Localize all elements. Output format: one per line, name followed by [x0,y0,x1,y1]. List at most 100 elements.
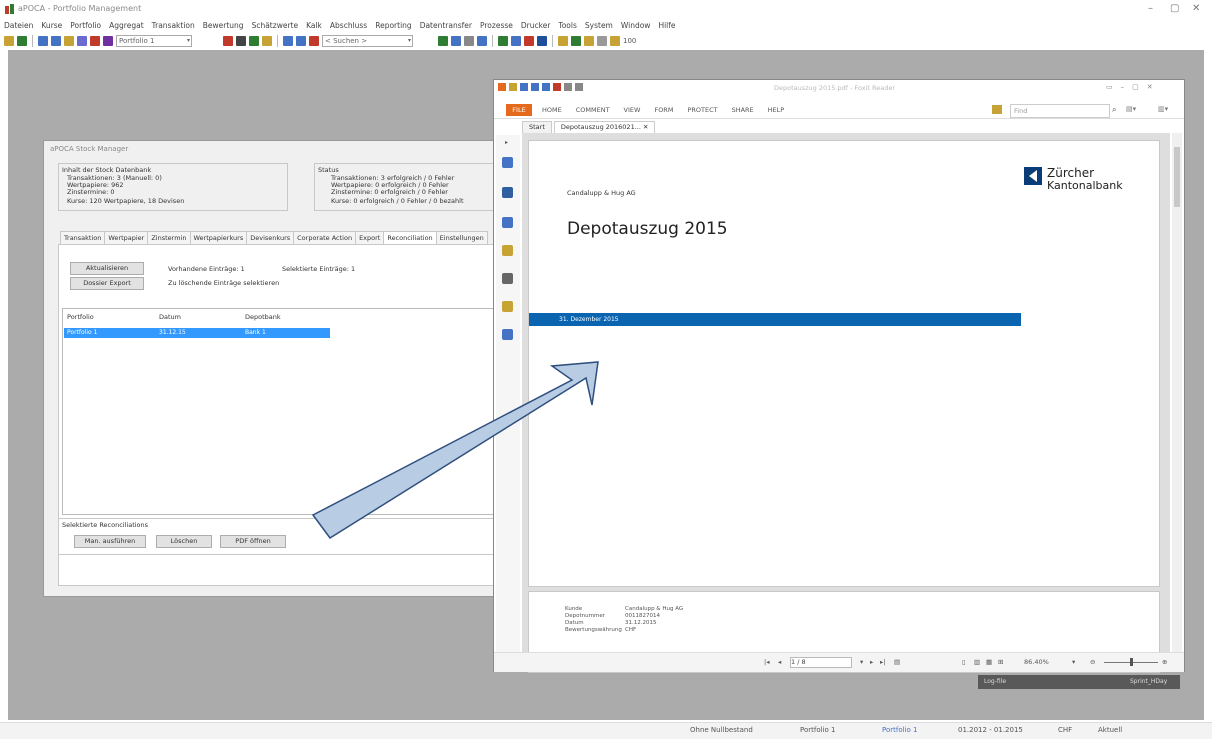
pane-expand-icon[interactable]: ▸ [505,139,508,146]
bookmark-icon[interactable] [502,157,513,168]
email-icon[interactable] [542,83,550,91]
close-button[interactable]: ✕ [1192,3,1200,14]
tab-corporate-action[interactable]: Corporate Action [293,231,357,244]
tab-transaktion[interactable]: Transaktion [60,231,106,244]
print-icon[interactable] [464,36,474,46]
log-panel-right[interactable]: Sprint_HDay [1130,678,1167,685]
portfolio-combo[interactable]: Portfolio 1 ▾ [116,35,192,47]
money-icon[interactable] [571,36,581,46]
calculator-icon[interactable] [558,36,568,46]
calendar-icon[interactable] [597,36,607,46]
folder-icon[interactable] [64,36,74,46]
scrollbar-thumb[interactable] [1174,147,1180,207]
menu-item-datentransfer[interactable]: Datentransfer [420,21,472,30]
table-row[interactable]: Portfolio 1 31.12.15 Bank 1 [64,328,330,338]
next-page-icon[interactable]: ▸ [870,658,873,666]
pages-icon[interactable] [502,187,513,198]
restore-icon[interactable]: ▭ [1106,83,1121,91]
zoom-level[interactable]: 86.40% [1024,658,1049,666]
save-icon[interactable] [520,83,528,91]
menu-item-window[interactable]: Window [621,21,651,30]
zoom-dropdown-icon[interactable]: ▾ [1072,658,1075,666]
delete-button[interactable]: Löschen [156,535,212,548]
menu-item-kurse[interactable]: Kurse [41,21,62,30]
help-icon[interactable] [610,36,620,46]
sheet-icon[interactable] [451,36,461,46]
signature-icon[interactable] [502,329,513,340]
lock-icon[interactable] [262,36,272,46]
hand-icon[interactable] [553,83,561,91]
status-currency[interactable]: CHF [1058,726,1072,734]
tab-reconciliation[interactable]: Reconciliation [383,231,437,244]
status-portfolio-link[interactable]: Portfolio 1 [882,726,917,734]
tab-wertpapier[interactable]: Wertpapier [104,231,149,244]
tab-view[interactable]: VIEW [624,106,641,114]
open-icon[interactable] [4,36,14,46]
minimize-button[interactable]: – [1148,3,1153,14]
tab-home[interactable]: HOME [542,106,562,114]
close-icon[interactable]: ✕ [643,123,648,131]
menu-item-bewertung[interactable]: Bewertung [203,21,244,30]
continuous-icon[interactable]: ▥ [974,658,980,666]
tab-zinstermin[interactable]: Zinstermin [147,231,191,244]
save-icon[interactable] [477,36,487,46]
attachment-icon[interactable] [502,273,513,284]
tab-form[interactable]: FORM [654,106,673,114]
facing-icon[interactable]: ▦ [986,658,992,666]
tab-export[interactable]: Export [355,231,385,244]
menu-item-prozesse[interactable]: Prozesse [480,21,513,30]
vertical-scrollbar[interactable] [1172,133,1182,663]
flag-icon[interactable] [309,36,319,46]
fit-icon[interactable]: ⊞ [998,658,1003,666]
binoculars-icon[interactable] [236,36,246,46]
menu-item-hilfe[interactable]: Hilfe [658,21,675,30]
bar-chart-icon[interactable] [498,36,508,46]
menu-item-kalk[interactable]: Kalk [306,21,322,30]
view-mode-icon[interactable]: ▤ [894,658,900,666]
col-datum[interactable]: Datum [159,313,181,321]
log-panel-left[interactable]: Log-file [984,678,1006,685]
refresh-button[interactable]: Aktualisieren [70,262,144,275]
menu-item-reporting[interactable]: Reporting [375,21,411,30]
security-lock-icon[interactable] [502,301,513,312]
tab-help[interactable]: HELP [768,106,785,114]
menu-item-schaetzwerte[interactable]: Schätzwerte [252,21,299,30]
search-icon[interactable]: ⌕ [1112,105,1116,115]
close-icon[interactable]: ✕ [1147,83,1161,91]
export-icon[interactable] [283,36,293,46]
col-portfolio[interactable]: Portfolio [67,313,94,321]
open-pdf-button[interactable]: PDF öffnen [220,535,286,548]
status-portfolio[interactable]: Portfolio 1 [800,726,835,734]
tab-einstellungen[interactable]: Einstellungen [435,231,488,244]
tab-wertpapierkurs[interactable]: Wertpapierkurs [189,231,248,244]
status-filter[interactable]: Ohne Nullbestand [690,726,753,734]
coins-icon[interactable] [584,36,594,46]
ribbon-options-icon[interactable]: ▥▾ [1158,105,1168,113]
run-manual-button[interactable]: Man. ausführen [74,535,146,548]
last-page-icon[interactable]: ▸| [880,658,885,666]
tab-comment[interactable]: COMMENT [576,106,610,114]
options-icon[interactable]: ▤▾ [1126,105,1136,113]
undo-icon[interactable] [564,83,572,91]
go-icon[interactable] [438,36,448,46]
print-icon[interactable] [531,83,539,91]
grid-icon[interactable] [249,36,259,46]
menu-item-dateien[interactable]: Dateien [4,21,33,30]
tab-devisenkurs[interactable]: Devisenkurs [246,231,295,244]
portfolio-icon[interactable] [90,36,100,46]
table-icon[interactable] [77,36,87,46]
menu-item-aggregat[interactable]: Aggregat [109,21,143,30]
analysis-icon[interactable] [524,36,534,46]
col-depotbank[interactable]: Depotbank [245,313,281,321]
zoom-out-icon[interactable]: ⊖ [1090,658,1095,666]
hierarchy-icon[interactable] [511,36,521,46]
pie-chart-icon[interactable] [537,36,547,46]
comments-icon[interactable] [502,245,513,256]
dossier-export-button[interactable]: Dossier Export [70,277,144,290]
file-tab[interactable]: FILE [506,104,532,116]
zoom-slider-thumb[interactable] [1130,658,1133,666]
zoom-value[interactable]: 100 [623,37,636,45]
open-icon[interactable] [509,83,517,91]
maximize-icon[interactable]: ▢ [1132,83,1147,91]
import-icon[interactable] [296,36,306,46]
